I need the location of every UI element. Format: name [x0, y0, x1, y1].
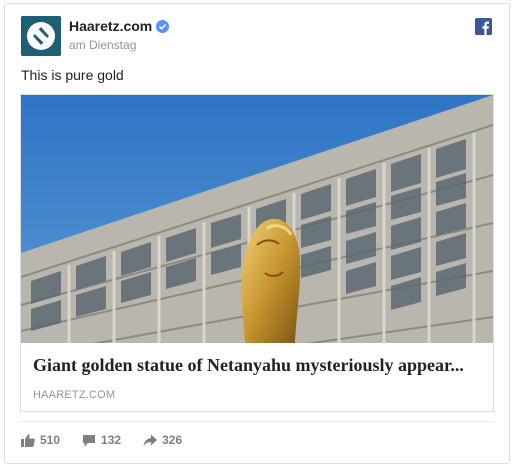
haaretz-logo-icon[interactable] — [21, 16, 61, 56]
likes-count: 510 — [40, 433, 61, 447]
post-timestamp[interactable]: am Dienstag — [69, 38, 136, 52]
comment-icon — [82, 434, 96, 447]
link-headline[interactable]: Giant golden statue of Netanyahu mysteri… — [33, 355, 483, 376]
share-arrow-icon — [143, 434, 158, 447]
likes-count-button[interactable]: 510 — [21, 433, 60, 447]
thumbs-up-icon — [21, 433, 35, 447]
comments-count: 132 — [101, 433, 122, 447]
link-preview[interactable]: Giant golden statue of Netanyahu mysteri… — [20, 94, 494, 412]
verified-badge-icon — [156, 19, 170, 33]
post-message: This is pure gold — [21, 67, 124, 83]
facebook-post-card: Haaretz.com am Dienstag This is pure gol… — [4, 3, 510, 464]
divider — [20, 421, 494, 422]
page-name[interactable]: Haaretz.com — [69, 18, 152, 34]
link-preview-image[interactable] — [21, 95, 493, 343]
link-domain: HAARETZ.COM — [33, 389, 116, 401]
comments-count-button[interactable]: 132 — [82, 433, 121, 447]
engagement-stats: 510 132 326 — [21, 433, 182, 447]
page-name-link[interactable]: Haaretz.com — [69, 18, 170, 34]
shares-count: 326 — [162, 433, 183, 447]
facebook-logo-icon[interactable] — [475, 18, 492, 35]
shares-count-button[interactable]: 326 — [143, 433, 182, 447]
